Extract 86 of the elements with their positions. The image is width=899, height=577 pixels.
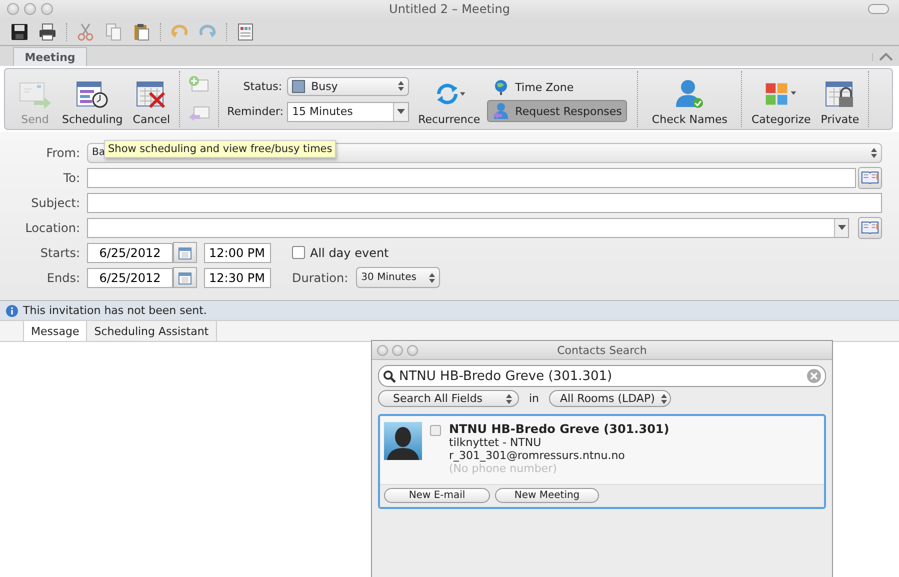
all-day-event-checkbox[interactable]: All day event	[292, 246, 389, 260]
stepper-arrows-icon	[429, 272, 436, 282]
toolbar-toggle-button[interactable]	[868, 4, 889, 14]
subject-label: Subject:	[30, 196, 80, 210]
new-email-button[interactable]: New E-mail	[384, 488, 490, 503]
stepper-arrows-icon	[398, 81, 404, 91]
avatar-icon	[384, 422, 422, 460]
subject-field[interactable]	[87, 192, 882, 212]
scheduling-button[interactable]: Scheduling	[57, 69, 128, 129]
envelope-add-icon[interactable]	[188, 75, 210, 93]
stepper-arrows-icon	[506, 394, 512, 404]
reminder-dropdown[interactable]: 15 Minutes	[287, 102, 410, 122]
in-label: in	[529, 392, 540, 405]
address-book-button[interactable]	[858, 216, 882, 238]
request-responses-button[interactable]: Request Responses	[487, 100, 627, 122]
form-icon[interactable]	[236, 22, 255, 40]
info-icon	[6, 304, 18, 316]
location-label: Location:	[24, 220, 80, 234]
print-icon[interactable]	[38, 22, 57, 40]
contact-name: NTNU HB-Bredo Greve (301.301)	[449, 422, 670, 436]
select-checkbox[interactable]	[430, 425, 441, 436]
private-button[interactable]: Private	[816, 69, 864, 129]
end-time-field[interactable]: 12:30 PM	[204, 268, 271, 288]
stepper-arrows-icon	[871, 148, 877, 158]
source-dropdown[interactable]: All Rooms (LDAP)	[549, 390, 672, 407]
person-arrow-icon	[492, 102, 510, 120]
zoom-window-button[interactable]	[41, 3, 53, 15]
zoom-window-button[interactable]	[407, 344, 418, 356]
tab[interactable]: Scheduling Assistant	[87, 321, 217, 341]
save-icon[interactable]	[10, 22, 29, 40]
tab[interactable]: Message	[23, 321, 88, 341]
recurrence-button[interactable]: Recurrence	[413, 69, 486, 129]
cancel-button[interactable]: Cancel	[128, 69, 176, 129]
minimize-window-button[interactable]	[24, 3, 36, 15]
redo-icon[interactable]	[198, 22, 217, 40]
search-field[interactable]: NTNU HB-Bredo Greve (301.301)	[378, 365, 826, 387]
invitation-status-text: This invitation has not been sent.	[23, 304, 207, 317]
calendar-icon	[178, 270, 192, 284]
minimize-window-button[interactable]	[392, 344, 403, 356]
envelope-forward-icon[interactable]	[188, 105, 210, 123]
time-zone-button[interactable]: Time Zone	[487, 76, 627, 98]
clear-icon[interactable]	[807, 369, 821, 383]
reminder-label: Reminder:	[227, 105, 282, 118]
paste-icon[interactable]	[132, 22, 151, 40]
window-title: Untitled 2 – Meeting	[389, 2, 510, 16]
scissors-icon[interactable]	[76, 22, 95, 40]
search-fields-dropdown[interactable]: Search All Fields	[378, 390, 519, 407]
contact-affiliation: tilknyttet - NTNU	[449, 436, 542, 449]
dropdown-arrow-icon	[838, 225, 846, 230]
calendar-button[interactable]	[173, 267, 197, 288]
copy-icon[interactable]	[104, 22, 123, 40]
status-dropdown[interactable]: Busy	[287, 76, 410, 96]
categorize-button[interactable]: Categorize	[746, 69, 816, 129]
new-meeting-button[interactable]: New Meeting	[495, 488, 599, 503]
calendar-button[interactable]	[173, 242, 197, 263]
duration-label: Duration:	[292, 270, 348, 284]
book-icon	[861, 221, 879, 234]
window-title: Contacts Search	[557, 344, 647, 356]
ends-label: Ends:	[46, 270, 80, 284]
status-label: Status:	[242, 80, 282, 92]
contact-card[interactable]: NTNU HB-Bredo Greve (301.301) tilknyttet - NTNU r_301_301@romressurs.ntnu.no (No phone number) New E-mail New Meeting	[378, 414, 826, 509]
check-names-button[interactable]: Check Names	[642, 69, 738, 129]
end-date-field[interactable]: 6/25/2012	[87, 268, 173, 288]
undo-icon[interactable]	[170, 22, 189, 40]
duration-dropdown[interactable]: 30 Minutes	[356, 267, 440, 288]
starts-label: Starts:	[39, 246, 80, 260]
calendar-clock-icon	[75, 79, 110, 109]
close-window-button[interactable]	[377, 344, 388, 356]
calendar-icon	[178, 246, 192, 260]
book-icon	[861, 171, 879, 184]
contact-email: r_301_301@romressurs.ntnu.no	[449, 449, 626, 462]
to-label: To:	[62, 170, 80, 184]
dropdown-arrow-icon	[397, 109, 406, 114]
ribbon-tab[interactable]: Meeting	[13, 47, 87, 66]
to-field[interactable]	[87, 168, 856, 188]
contact-phone: (No phone number)	[449, 462, 558, 475]
stepper-arrows-icon	[660, 394, 667, 404]
search-icon	[383, 370, 396, 382]
from-label: From:	[45, 146, 80, 160]
close-window-button[interactable]	[7, 3, 19, 15]
start-time-field[interactable]: 12:00 PM	[204, 242, 271, 262]
location-field[interactable]	[87, 218, 849, 238]
tooltip: Show scheduling and view free/busy times	[104, 140, 336, 158]
address-book-button[interactable]	[858, 166, 882, 188]
start-date-field[interactable]: 6/25/2012	[87, 242, 173, 262]
collapse-ribbon-icon[interactable]	[872, 53, 893, 61]
